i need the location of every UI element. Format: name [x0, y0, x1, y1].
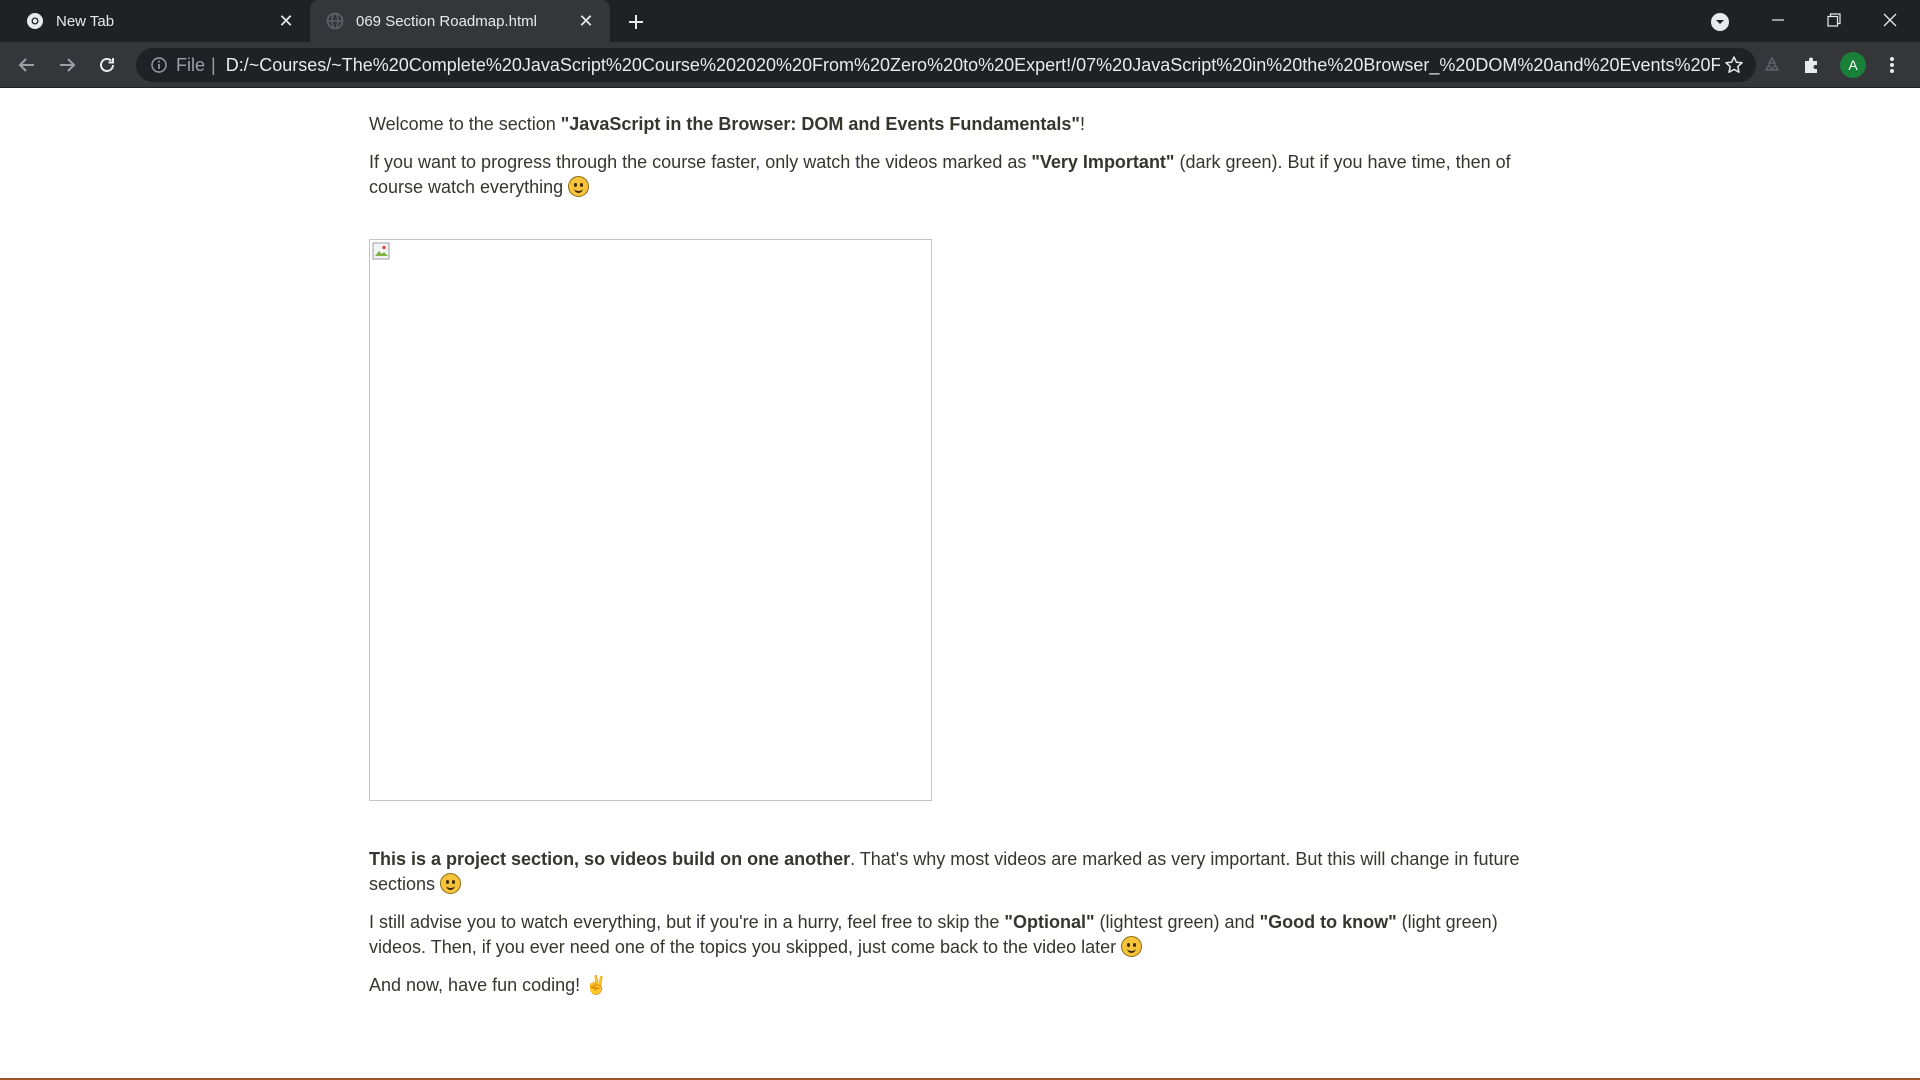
advice-mid: (lightest green) and: [1094, 912, 1260, 932]
page-content: Welcome to the section "JavaScript in th…: [369, 112, 1549, 1011]
reload-icon: [100, 58, 114, 72]
tab-title: 069 Section Roadmap.html: [356, 12, 537, 30]
broken-image-icon: [372, 242, 390, 260]
forward-button[interactable]: [51, 49, 83, 81]
advice-pre: I still advise you to watch everything, …: [369, 912, 1005, 932]
close-icon: [1883, 13, 1897, 27]
omnibox-separator: |: [211, 54, 216, 75]
url-text[interactable]: D:/~Courses/~The%20Complete%20JavaScript…: [226, 55, 1720, 76]
tab-strip: New Tab ✕ 069 Section Roadmap.html ✕: [0, 0, 1920, 42]
grin-sweat-emoji-icon: [440, 873, 462, 894]
tab-title: New Tab: [56, 12, 115, 30]
roadmap-image-placeholder: [369, 239, 932, 801]
close-tab-icon[interactable]: ✕: [574, 9, 598, 33]
welcome-paragraph: Welcome to the section "JavaScript in th…: [369, 112, 1549, 137]
closing-paragraph: And now, have fun coding! ✌: [369, 973, 1549, 998]
victory-hand-icon: ✌: [585, 975, 608, 995]
welcome-post: !: [1079, 114, 1085, 134]
project-section-bold: This is a project section, so videos bui…: [369, 849, 851, 869]
toolbar: File | D:/~Courses/~The%20Complete%20Jav…: [0, 42, 1920, 88]
progress-paragraph: If you want to progress through the cour…: [369, 150, 1549, 200]
good-to-know-label: "Good to know": [1259, 912, 1397, 932]
reload-button[interactable]: [91, 49, 123, 81]
avatar[interactable]: A: [1840, 52, 1866, 78]
very-important-label: "Very Important": [1031, 152, 1175, 172]
optional-label: "Optional": [1004, 912, 1095, 932]
back-button[interactable]: [11, 49, 43, 81]
welcome-pre: Welcome to the section: [369, 114, 561, 134]
section-title: "JavaScript in the Browser: DOM and Even…: [560, 114, 1080, 134]
chevron-down-circle-icon: [1711, 13, 1729, 31]
address-bar[interactable]: File | D:/~Courses/~The%20Complete%20Jav…: [136, 48, 1756, 82]
chrome-icon: [26, 12, 44, 30]
scheme-chip: File: [176, 54, 206, 75]
tab-search-button[interactable]: [1708, 10, 1732, 34]
closing-text: And now, have fun coding!: [369, 975, 586, 995]
close-window-button[interactable]: [1862, 0, 1918, 40]
project-section-paragraph: This is a project section, so videos bui…: [369, 847, 1549, 897]
restore-button[interactable]: [1806, 0, 1862, 40]
menu-kebab-icon[interactable]: [1880, 53, 1904, 77]
smiley-emoji-icon: [568, 176, 590, 197]
bookmark-star-icon[interactable]: [1720, 51, 1748, 79]
tab-section-roadmap[interactable]: 069 Section Roadmap.html ✕: [310, 0, 610, 42]
restore-icon: [1827, 13, 1841, 27]
minimize-button[interactable]: [1750, 0, 1806, 40]
globe-icon: [326, 12, 344, 30]
plus-icon: [629, 15, 643, 29]
new-tab-button[interactable]: [622, 8, 650, 36]
wink-emoji-icon: [1121, 936, 1143, 957]
info-icon[interactable]: [150, 56, 168, 74]
recycle-extension-icon[interactable]: [1760, 53, 1784, 77]
forward-arrow-icon: [60, 58, 76, 72]
close-tab-icon[interactable]: ✕: [274, 9, 298, 33]
advice-paragraph: I still advise you to watch everything, …: [369, 910, 1549, 960]
minimize-icon: [1772, 19, 1784, 21]
tab-new-tab[interactable]: New Tab ✕: [0, 0, 310, 42]
back-arrow-icon: [18, 58, 34, 72]
progress-pre: If you want to progress through the cour…: [369, 152, 1032, 172]
extensions-puzzle-icon[interactable]: [1800, 53, 1824, 77]
